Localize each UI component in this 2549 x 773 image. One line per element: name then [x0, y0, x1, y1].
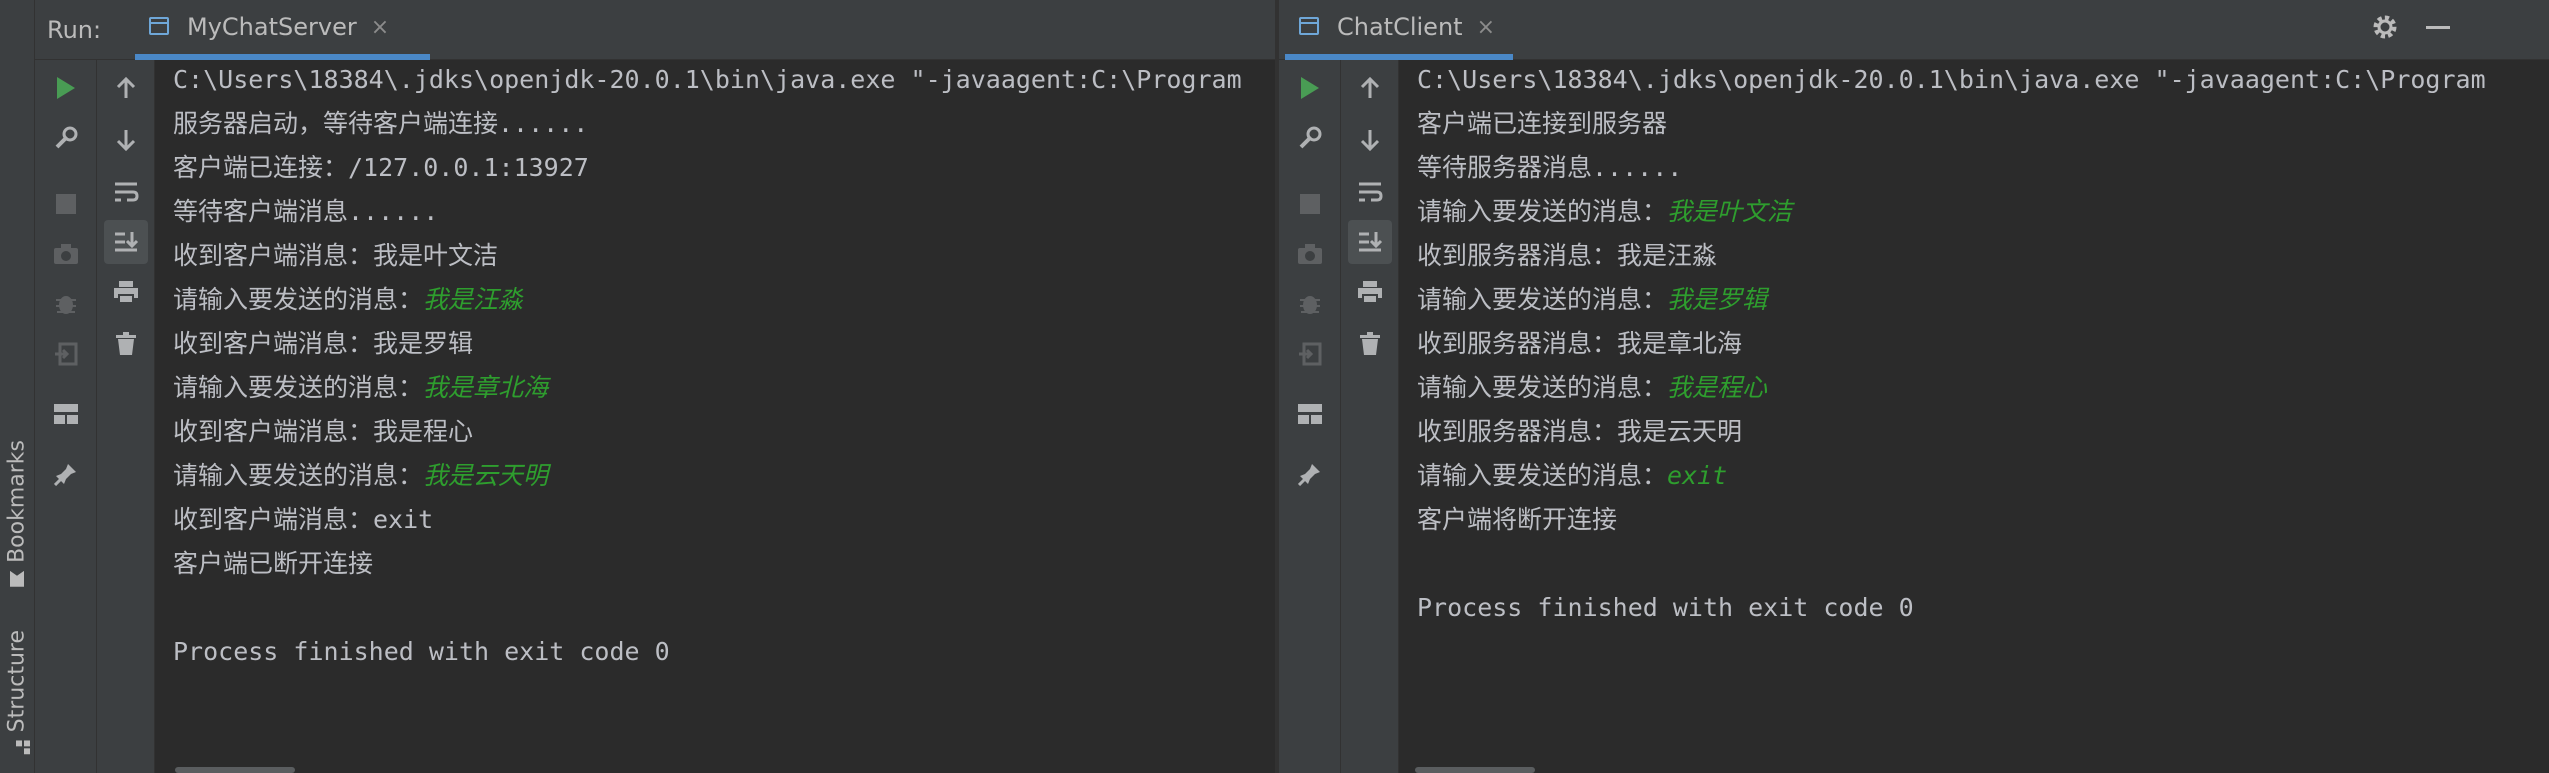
layout-icon[interactable]	[1288, 392, 1332, 436]
console-line: 客户端将断开连接	[1417, 505, 1618, 534]
rerun-icon[interactable]	[1288, 66, 1332, 110]
structure-side-tab[interactable]: Structure	[2, 630, 32, 755]
console-line: 请输入要发送的消息：我是汪淼	[173, 285, 524, 314]
client-console-output[interactable]: C:\Users\18384\.jdks\openjdk-20.0.1\bin\…	[1399, 60, 2549, 773]
console-line: 客户端已连接到服务器	[1417, 109, 1668, 138]
console-window-icon	[1297, 15, 1323, 39]
user-input-text: 我是云天明	[423, 461, 549, 490]
client-run-toolbar	[1279, 60, 1341, 773]
exit-icon[interactable]	[44, 332, 88, 376]
console-line: 服务器启动，等待客户端连接......	[173, 109, 589, 138]
soft-wrap-icon[interactable]	[104, 170, 148, 214]
pin-icon[interactable]	[44, 452, 88, 496]
console-line: 等待客户端消息......	[173, 197, 439, 226]
console-line: 请输入要发送的消息：我是罗辑	[1417, 285, 1768, 314]
bookmarks-side-tab[interactable]: Bookmarks	[2, 440, 32, 587]
process-exit-line: Process finished with exit code 0	[1417, 593, 1914, 622]
client-console-toolbar	[1341, 60, 1399, 773]
console-line: 客户端已连接：/127.0.0.1:13927	[173, 153, 589, 182]
user-input-text: exit	[1667, 461, 1728, 490]
console-window-icon	[147, 15, 173, 39]
horizontal-scrollbar[interactable]	[1415, 767, 1535, 773]
console-line: 等待服务器消息......	[1417, 153, 1683, 182]
server-console-toolbar	[97, 60, 155, 773]
scroll-to-end-icon[interactable]	[103, 220, 148, 264]
close-icon[interactable]: ×	[1477, 15, 1495, 40]
console-line: 收到服务器消息：我是章北海	[1417, 329, 1743, 358]
down-arrow-icon[interactable]	[1348, 118, 1392, 162]
console-line: 收到服务器消息：我是汪淼	[1417, 241, 1718, 270]
settings-wrench-icon[interactable]	[1288, 116, 1332, 160]
console-line: 收到服务器消息：我是云天明	[1417, 417, 1743, 446]
left-tool-strip: Bookmarks Structure	[0, 0, 35, 773]
user-input-text: 我是程心	[1667, 373, 1768, 402]
user-input-text: 我是汪淼	[423, 285, 524, 314]
console-line: 请输入要发送的消息：我是叶文洁	[1417, 197, 1793, 226]
rerun-icon[interactable]	[44, 66, 88, 110]
console-line: 请输入要发送的消息：exit	[1417, 461, 1728, 490]
down-arrow-icon[interactable]	[104, 118, 148, 162]
debug-bug-icon[interactable]	[1288, 282, 1332, 326]
structure-icon	[10, 740, 30, 755]
console-line: 请输入要发送的消息：我是章北海	[173, 373, 549, 402]
camera-icon[interactable]	[44, 232, 88, 276]
panel-controls	[2371, 0, 2451, 60]
pin-icon[interactable]	[1288, 452, 1332, 496]
up-arrow-icon[interactable]	[104, 66, 148, 110]
client-tab-bar: ChatClient ×	[1279, 0, 2549, 60]
server-tab-bar: Run: MyChatServer ×	[35, 0, 1275, 60]
stop-icon[interactable]	[44, 182, 88, 226]
console-line: C:\Users\18384\.jdks\openjdk-20.0.1\bin\…	[173, 65, 1242, 94]
structure-label: Structure	[4, 630, 30, 733]
tab-mychatserver[interactable]: MyChatServer ×	[135, 0, 430, 60]
tab-label: MyChatServer	[187, 13, 357, 41]
tab-chatclient[interactable]: ChatClient ×	[1285, 0, 1513, 60]
camera-icon[interactable]	[1288, 232, 1332, 276]
console-line: 收到客户端消息：我是罗辑	[173, 329, 474, 358]
user-input-text: 我是章北海	[423, 373, 549, 402]
bookmarks-label: Bookmarks	[4, 440, 30, 563]
process-exit-line: Process finished with exit code 0	[173, 637, 670, 666]
server-run-toolbar	[35, 60, 97, 773]
print-icon[interactable]	[104, 270, 148, 314]
soft-wrap-icon[interactable]	[1348, 170, 1392, 214]
up-arrow-icon[interactable]	[1348, 66, 1392, 110]
gear-icon[interactable]	[2371, 13, 2399, 48]
server-console-output[interactable]: C:\Users\18384\.jdks\openjdk-20.0.1\bin\…	[155, 60, 1275, 773]
run-label: Run:	[47, 16, 102, 44]
debug-bug-icon[interactable]	[44, 282, 88, 326]
console-line: C:\Users\18384\.jdks\openjdk-20.0.1\bin\…	[1417, 65, 2486, 94]
trash-icon[interactable]	[1348, 322, 1392, 366]
exit-icon[interactable]	[1288, 332, 1332, 376]
scroll-to-end-icon[interactable]	[1347, 220, 1392, 264]
console-line: 请输入要发送的消息：我是云天明	[173, 461, 549, 490]
layout-icon[interactable]	[44, 392, 88, 436]
settings-wrench-icon[interactable]	[44, 116, 88, 160]
user-input-text: 我是罗辑	[1667, 285, 1768, 314]
bookmark-icon	[10, 571, 24, 587]
minimize-icon[interactable]	[2425, 14, 2451, 47]
console-line: 收到客户端消息：我是程心	[173, 417, 474, 446]
stop-icon[interactable]	[1288, 182, 1332, 226]
console-line: 客户端已断开连接	[173, 549, 374, 578]
horizontal-scrollbar[interactable]	[175, 767, 295, 773]
console-line: 请输入要发送的消息：我是程心	[1417, 373, 1768, 402]
trash-icon[interactable]	[104, 322, 148, 366]
user-input-text: 我是叶文洁	[1667, 197, 1793, 226]
print-icon[interactable]	[1348, 270, 1392, 314]
close-icon[interactable]: ×	[371, 15, 389, 40]
console-line: 收到客户端消息：exit	[173, 505, 434, 534]
console-line: 收到客户端消息：我是叶文洁	[173, 241, 499, 270]
tab-label: ChatClient	[1337, 13, 1463, 41]
